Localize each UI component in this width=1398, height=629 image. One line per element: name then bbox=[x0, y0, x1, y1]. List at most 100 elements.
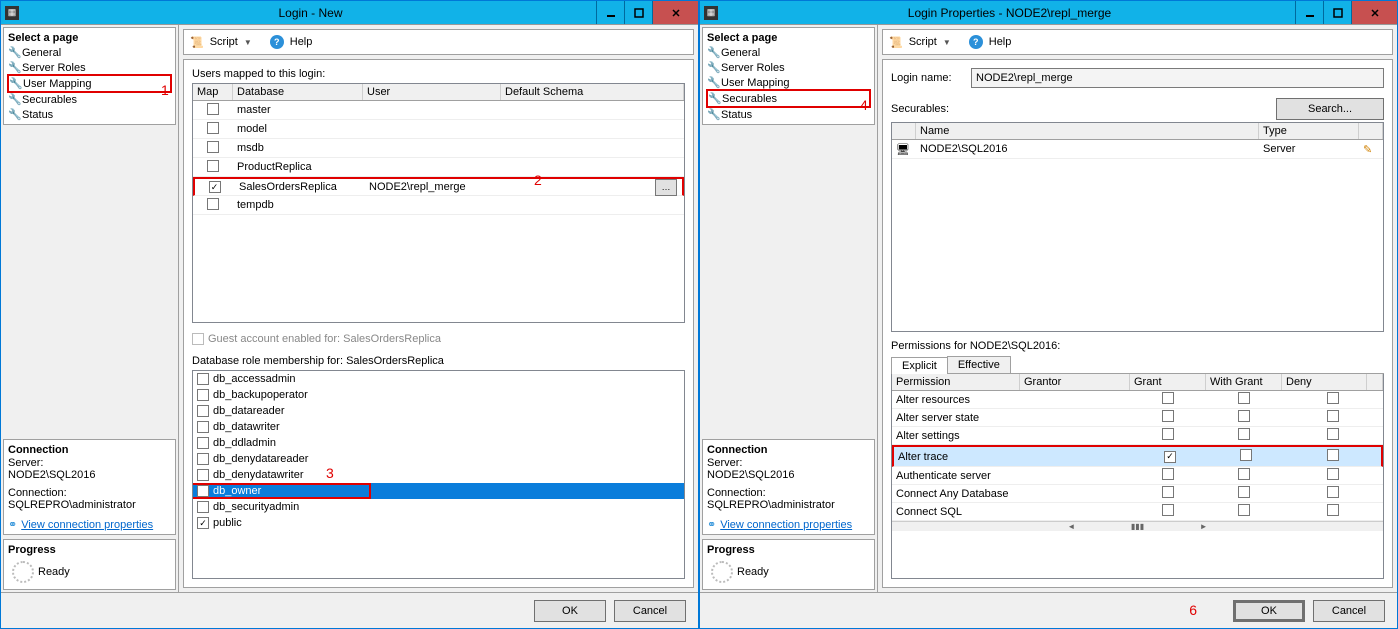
new-query-icon[interactable]: ✎ bbox=[1363, 144, 1372, 156]
page-user-mapping[interactable]: 🔧User Mapping bbox=[707, 75, 870, 90]
grant-checkbox[interactable] bbox=[1162, 410, 1174, 422]
role-checkbox[interactable] bbox=[197, 469, 209, 481]
ok-button[interactable]: OK bbox=[1233, 600, 1305, 622]
perm-row[interactable]: Alter settings bbox=[892, 427, 1383, 445]
deny-checkbox[interactable] bbox=[1327, 428, 1339, 440]
page-securables[interactable]: 🔧Securables bbox=[8, 92, 171, 107]
role-item[interactable]: db_ddladmin bbox=[193, 435, 684, 451]
withgrant-checkbox[interactable] bbox=[1238, 468, 1250, 480]
deny-checkbox[interactable] bbox=[1327, 504, 1339, 516]
table-row[interactable]: ProductReplica bbox=[193, 158, 684, 177]
minimize-button[interactable] bbox=[1295, 1, 1323, 24]
role-checkbox[interactable] bbox=[197, 405, 209, 417]
page-general[interactable]: 🔧General bbox=[707, 45, 870, 60]
horizontal-scrollbar[interactable]: ◄ ▮▮▮ ► bbox=[892, 521, 1383, 531]
permissions-grid[interactable]: Permission Grantor Grant With Grant Deny… bbox=[891, 374, 1384, 579]
table-row[interactable]: master bbox=[193, 101, 684, 120]
role-checkbox[interactable] bbox=[197, 421, 209, 433]
deny-checkbox[interactable] bbox=[1327, 410, 1339, 422]
role-checkbox[interactable] bbox=[197, 453, 209, 465]
view-connection-properties[interactable]: ⚭View connection properties bbox=[8, 517, 171, 532]
script-button[interactable]: Script bbox=[210, 36, 238, 48]
script-button[interactable]: Script bbox=[909, 36, 937, 48]
role-item[interactable]: db_accessadmin bbox=[193, 371, 684, 387]
tab-explicit[interactable]: Explicit bbox=[891, 357, 948, 374]
perm-row[interactable]: Alter server state bbox=[892, 409, 1383, 427]
cancel-button[interactable]: Cancel bbox=[614, 600, 686, 622]
withgrant-checkbox[interactable] bbox=[1240, 449, 1252, 461]
role-item[interactable]: db_backupoperator bbox=[193, 387, 684, 403]
perm-row[interactable]: Alter resources bbox=[892, 391, 1383, 409]
titlebar[interactable]: ▦ Login - New bbox=[1, 1, 698, 24]
role-checkbox[interactable] bbox=[197, 437, 209, 449]
deny-checkbox[interactable] bbox=[1327, 468, 1339, 480]
close-button[interactable] bbox=[1351, 1, 1397, 24]
perm-row[interactable]: Authenticate server bbox=[892, 467, 1383, 485]
page-general[interactable]: 🔧General bbox=[8, 45, 171, 60]
user-mapping-grid[interactable]: Map Database User Default Schema master … bbox=[192, 83, 685, 323]
minimize-button[interactable] bbox=[596, 1, 624, 24]
schema-browse-button[interactable]: … bbox=[655, 179, 677, 196]
table-row[interactable]: model bbox=[193, 120, 684, 139]
grant-checkbox[interactable] bbox=[1162, 468, 1174, 480]
map-checkbox[interactable] bbox=[207, 141, 219, 153]
grant-checkbox[interactable] bbox=[1162, 392, 1174, 404]
map-checkbox[interactable] bbox=[207, 122, 219, 134]
role-item[interactable]: db_datareader bbox=[193, 403, 684, 419]
search-button[interactable]: Search... bbox=[1276, 98, 1384, 120]
role-checkbox[interactable] bbox=[197, 389, 209, 401]
page-status[interactable]: 🔧Status bbox=[8, 107, 171, 122]
page-user-mapping[interactable]: 🔧User Mapping bbox=[7, 74, 172, 93]
page-securables[interactable]: 🔧Securables bbox=[706, 89, 871, 108]
grant-checkbox[interactable] bbox=[1162, 486, 1174, 498]
role-checkbox[interactable] bbox=[197, 485, 209, 497]
script-dropdown-icon[interactable]: ▼ bbox=[943, 38, 951, 47]
page-status[interactable]: 🔧Status bbox=[707, 107, 870, 122]
role-checkbox[interactable] bbox=[197, 501, 209, 513]
role-item[interactable]: public bbox=[193, 515, 684, 531]
role-item[interactable]: db_datawriter bbox=[193, 419, 684, 435]
withgrant-checkbox[interactable] bbox=[1238, 504, 1250, 516]
map-checkbox[interactable] bbox=[207, 103, 219, 115]
withgrant-checkbox[interactable] bbox=[1238, 486, 1250, 498]
close-button[interactable] bbox=[652, 1, 698, 24]
withgrant-checkbox[interactable] bbox=[1238, 392, 1250, 404]
ok-button[interactable]: OK bbox=[534, 600, 606, 622]
grant-checkbox[interactable] bbox=[1164, 451, 1176, 463]
grant-checkbox[interactable] bbox=[1162, 504, 1174, 516]
script-dropdown-icon[interactable]: ▼ bbox=[244, 38, 252, 47]
perm-row[interactable]: Alter trace bbox=[892, 445, 1383, 467]
withgrant-checkbox[interactable] bbox=[1238, 410, 1250, 422]
table-row[interactable]: SalesOrdersReplicaNODE2\repl_merge… bbox=[193, 177, 684, 196]
tab-effective[interactable]: Effective bbox=[947, 356, 1011, 373]
map-checkbox[interactable] bbox=[207, 198, 219, 210]
role-item[interactable]: db_securityadmin bbox=[193, 499, 684, 515]
roles-list[interactable]: db_accessadmin db_backupoperator db_data… bbox=[192, 370, 685, 579]
role-checkbox[interactable] bbox=[197, 517, 209, 529]
map-checkbox[interactable] bbox=[209, 181, 221, 193]
role-checkbox[interactable] bbox=[197, 373, 209, 385]
maximize-button[interactable] bbox=[624, 1, 652, 24]
table-row[interactable]: 🖥 NODE2\SQL2016 Server ✎ bbox=[892, 140, 1383, 159]
perm-row[interactable]: Connect SQL bbox=[892, 503, 1383, 521]
cancel-button[interactable]: Cancel bbox=[1313, 600, 1385, 622]
map-checkbox[interactable] bbox=[207, 160, 219, 172]
role-item[interactable]: db_denydatareader bbox=[193, 451, 684, 467]
page-server-roles[interactable]: 🔧Server Roles bbox=[8, 60, 171, 75]
help-button[interactable]: Help bbox=[290, 36, 313, 48]
deny-checkbox[interactable] bbox=[1327, 392, 1339, 404]
titlebar[interactable]: ▦ Login Properties - NODE2\repl_merge bbox=[700, 1, 1397, 24]
page-server-roles[interactable]: 🔧Server Roles bbox=[707, 60, 870, 75]
perm-row[interactable]: Connect Any Database bbox=[892, 485, 1383, 503]
role-item[interactable]: db_owner bbox=[192, 483, 371, 499]
securables-grid[interactable]: Name Type 🖥 NODE2\SQL2016 Server ✎ bbox=[891, 122, 1384, 332]
grant-checkbox[interactable] bbox=[1162, 428, 1174, 440]
deny-checkbox[interactable] bbox=[1327, 486, 1339, 498]
table-row[interactable]: msdb bbox=[193, 139, 684, 158]
help-button[interactable]: Help bbox=[989, 36, 1012, 48]
withgrant-checkbox[interactable] bbox=[1238, 428, 1250, 440]
maximize-button[interactable] bbox=[1323, 1, 1351, 24]
deny-checkbox[interactable] bbox=[1327, 449, 1339, 461]
view-connection-properties[interactable]: ⚭View connection properties bbox=[707, 517, 870, 532]
table-row[interactable]: tempdb bbox=[193, 196, 684, 215]
